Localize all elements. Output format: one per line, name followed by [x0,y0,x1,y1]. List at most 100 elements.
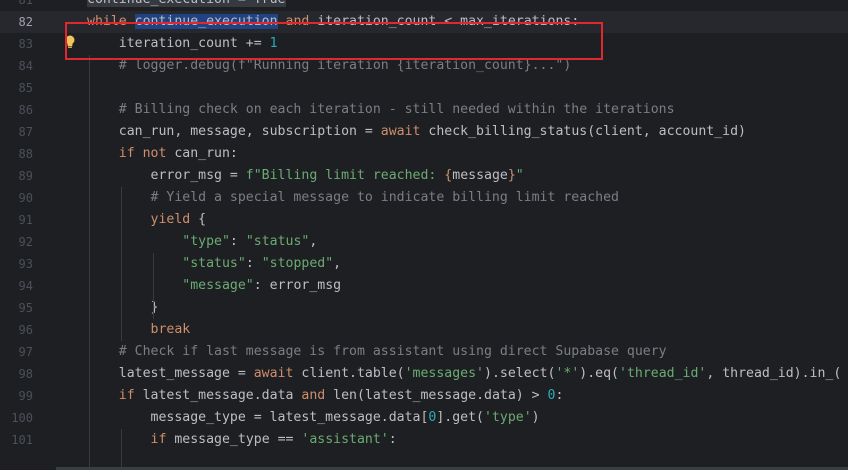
lightbulb-icon[interactable] [64,35,76,49]
code-token: "status" [182,256,246,271]
code-token: break [150,322,191,337]
code-token: "stopped" [261,256,334,271]
code-text[interactable]: latest_message = await client.table('mes… [87,363,842,385]
code-token: latest_message = [87,366,254,381]
indent-guide [121,187,122,341]
code-token: latest_message.data [142,388,302,403]
code-text[interactable]: continue_execution = True [87,0,286,11]
indent-guide [121,429,122,470]
code-token: : [388,432,397,447]
code-token: , thread_id).in_( [706,366,842,381]
code-line[interactable]: 96 break [0,319,848,341]
code-line[interactable]: 99 if latest_message.data and len(latest… [0,385,848,407]
code-text[interactable]: "status": "stopped", [87,253,341,275]
code-token: message_type = latest_message.data[ [87,410,429,425]
code-line[interactable]: 92 "type": "status", [0,231,848,253]
code-text[interactable]: # Billing check on each iteration - stil… [87,99,675,121]
code-line[interactable]: 87 can_run, message, subscription = awai… [0,121,848,143]
code-text[interactable]: if not can_run: [87,143,238,165]
code-text[interactable]: } [87,297,159,319]
code-token: if [150,432,175,447]
line-number: 95 [18,301,33,315]
code-token: await [380,124,429,139]
code-token: 'thread_id' [619,366,707,381]
code-line[interactable]: 89 error_msg = f"Billing limit reached: … [0,165,848,187]
code-text[interactable]: yield { [87,209,207,231]
code-text[interactable]: break [87,319,191,341]
code-line[interactable]: 88 if not can_run: [0,143,848,165]
code-token: "status" [245,234,310,249]
line-number: 101 [11,433,33,447]
line-number: 97 [18,345,33,359]
code-text[interactable]: while continue_execution and iteration_c… [87,11,579,33]
code-text[interactable]: # logger.debug(f"Running iteration {iter… [87,55,572,77]
code-token: can_run: [174,146,238,161]
indent-guide [153,253,154,319]
code-line[interactable]: 93 "status": "stopped", [0,253,848,275]
code-token: # Check if last message is from assistan… [87,344,667,359]
code-line[interactable]: 86 # Billing check on each iteration - s… [0,99,848,121]
line-number: 86 [18,103,33,117]
code-line[interactable]: 91 yield { [0,209,848,231]
code-token: ).select( [484,366,556,381]
code-token: 'assistant' [301,432,389,447]
code-text[interactable]: # Check if last message is from assistan… [87,341,667,363]
code-editor[interactable]: 81 continue_execution = True 82 while conti… [0,0,848,470]
code-text[interactable]: error_msg = f"Billing limit reached: {me… [87,165,524,187]
code-line[interactable]: 85 [0,77,848,99]
code-line[interactable]: 101 if message_type == 'assistant': [0,429,848,451]
code-token: 1 [269,36,278,51]
code-line[interactable]: 94 "message": error_msg [0,275,848,297]
code-token: iteration_count < max_iterations: [317,14,580,29]
code-text[interactable]: "message": error_msg [87,275,341,297]
code-text[interactable]: # Yield a special message to indicate bi… [87,187,619,209]
selected-identifier: continue_execution [134,14,278,29]
code-line[interactable]: 81 continue_execution = True [0,0,848,11]
code-text[interactable]: can_run, message, subscription = await c… [87,121,746,143]
code-line[interactable]: 83 iteration_count += 1 [0,33,848,55]
code-token: if not [118,146,175,161]
code-token: "message" [182,278,254,293]
code-token: : [229,234,246,249]
code-token: and [301,388,334,403]
code-token: " [515,168,524,183]
code-token: message_type == [174,432,302,447]
code-token: error_msg = [87,168,246,183]
code-token: # Yield a special message to indicate bi… [87,190,619,205]
code-line[interactable]: 97 # Check if last message is from assis… [0,341,848,363]
code-line[interactable]: 98 latest_message = await client.table('… [0,363,848,385]
code-line[interactable]: 95 } [0,297,848,319]
code-text[interactable]: if latest_message.data and len(latest_me… [87,385,564,407]
code-token: # Billing check on each iteration - stil… [87,102,675,117]
code-token: and [277,14,318,29]
code-text[interactable]: iteration_count += 1 [87,33,278,55]
code-token: iteration_count += [87,36,270,51]
code-token: ) [531,410,540,425]
code-token: "type" [182,234,230,249]
code-token: { [198,212,207,227]
code-text[interactable]: if message_type == 'assistant': [87,429,397,451]
code-token: 'messages' [404,366,484,381]
code-token: len(latest_message.data) > [333,388,548,403]
code-text[interactable]: message_type = latest_message.data[0].ge… [87,407,540,429]
code-line[interactable]: 100 message_type = latest_message.data[0… [0,407,848,429]
code-token: 'type' [484,410,532,425]
code-token: can_run, message, subscription = [87,124,381,139]
line-number: 82 [18,15,33,29]
indent-guide [89,55,90,470]
code-token: } [87,300,159,315]
code-line[interactable]: 84 # logger.debug(f"Running iteration {i… [0,55,848,77]
code-line[interactable]: 82 while continue_execution and iteration… [0,11,848,33]
code-token: yield [150,212,199,227]
code-token: '*' [555,366,580,381]
code-token: await [253,366,302,381]
line-number: 100 [11,411,33,425]
code-token: ].get( [436,410,484,425]
code-line[interactable]: 90 # Yield a special message to indicate… [0,187,848,209]
line-number: 93 [18,257,33,271]
line-number: 83 [18,37,33,51]
